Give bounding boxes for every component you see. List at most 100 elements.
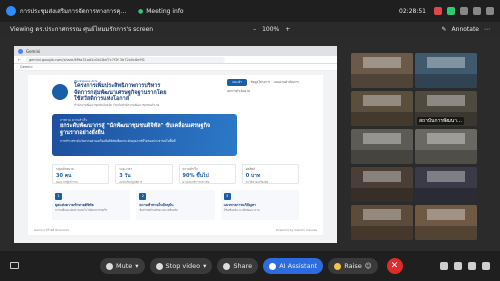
meeting-timer: 02:28:51 <box>399 7 426 15</box>
microphone-icon <box>106 262 113 270</box>
banner-tag: ภาพรวม ความสำเร็จ <box>60 117 88 122</box>
raise-label: Raise <box>344 262 362 270</box>
card-description: การเปลี่ยนแปลงทางเทคโนโลยีอย่างรวดเร็ว <box>55 207 108 212</box>
participants-icon[interactable] <box>440 262 448 270</box>
hero-banner: ภาพรวม ความสำเร็จ ยกระดับพัฒนากรสู่ "นัก… <box>52 113 237 156</box>
mute-label: Mute <box>116 262 133 270</box>
action-3-link[interactable]: แผนงานดำเนินการ <box>274 80 299 85</box>
app-logo-icon <box>6 6 16 16</box>
stat-desc: อบรมเชิงปฏิบัติการ <box>119 179 143 184</box>
reactions-icon[interactable]: ☺ <box>365 262 372 270</box>
card-number: 1 <box>55 192 62 200</box>
mute-button[interactable]: Mute ▾ <box>100 258 145 274</box>
page-header: Workspace Arts โครงการเพิ่มประสิทธิภาพกา… <box>52 79 299 108</box>
more-icon[interactable]: ⋯ <box>484 26 490 33</box>
zoom-in-button[interactable]: + <box>285 26 290 33</box>
stat-card: กลุ่มเป้าหมาย 30 คน พัฒนากรผู้เข้าร่วม <box>52 163 110 184</box>
apps-icon[interactable] <box>468 262 476 270</box>
participant-video[interactable]: สถาบันการพัฒนา... <box>415 91 477 126</box>
controls-right <box>440 262 490 270</box>
header-actions: แนะนำ ข้อมูลโครงการ แผนงานดำเนินการ ผลกา… <box>227 79 299 94</box>
end-meeting-button[interactable]: ✕ <box>386 258 403 274</box>
participant-video[interactable] <box>415 205 477 240</box>
feature-card: 1 ยุคแห่งความท้าทายดิจิทัล การเปลี่ยนแปล… <box>52 189 131 220</box>
participant-video[interactable] <box>351 167 413 202</box>
chevron-down-icon[interactable]: ▾ <box>135 262 138 270</box>
chevron-down-icon[interactable]: ▾ <box>203 262 206 270</box>
chat-icon[interactable] <box>454 262 462 270</box>
share-icon <box>223 262 231 270</box>
screen-share-bar: Viewing ดร.ประกาศกรรณ ศุนย์ไหมมรักการ's … <box>0 22 500 36</box>
maximize-icon[interactable] <box>473 7 481 15</box>
card-number: 2 <box>139 192 147 200</box>
minimize-icon[interactable] <box>460 7 468 15</box>
captions-icon[interactable] <box>10 261 19 269</box>
page-content: Workspace Arts โครงการเพิ่มประสิทธิภาพกา… <box>28 75 323 235</box>
participant-video[interactable] <box>351 129 413 164</box>
browser-address-bar: ← gemini.google.com/share/6f9a31ad2c0b18… <box>14 56 337 64</box>
share-label: Share <box>233 262 253 270</box>
pen-icon: ✎ <box>441 25 447 33</box>
hand-icon <box>334 262 342 270</box>
stat-card: ระยะเวลา 3 วัน อบรมเชิงปฏิบัติการ <box>115 163 173 184</box>
meeting-info-label: Meeting info <box>146 7 184 15</box>
action-4-link[interactable]: ผลการดำเนินงาน <box>227 89 250 94</box>
zoom-level[interactable]: 100% <box>262 26 279 33</box>
stat-desc: ค่าใช้จ่ายเครื่องมือ <box>245 179 269 184</box>
browser-tab-strip: Gemini <box>14 46 337 56</box>
camera-icon <box>155 262 163 270</box>
feature-card: 2 ความท้าทายในปัจจุบัน ข้อจำกัดด้านทักษะ… <box>136 189 215 220</box>
participant-video[interactable] <box>351 91 413 126</box>
card-number: 3 <box>223 192 231 200</box>
participant-video[interactable] <box>415 53 477 88</box>
page-footer: Gemini สร้างด้วย Gemini Powered by Gemin… <box>34 228 317 233</box>
more-options-icon[interactable] <box>482 262 490 270</box>
annotate-label: Annotate <box>451 25 479 33</box>
stop-video-button[interactable]: Stop video ▾ <box>149 258 213 274</box>
stats-row: กลุ่มเป้าหมาย 30 คน พัฒนากรผู้เข้าร่วม ร… <box>52 163 299 184</box>
raise-hand-button[interactable]: Raise ☺ <box>328 258 378 274</box>
recording-icon[interactable] <box>434 7 442 15</box>
meeting-info-button[interactable]: ● Meeting info <box>138 8 184 15</box>
action-2-link[interactable]: ข้อมูลโครงการ <box>251 80 270 85</box>
window-title-bar: การประชุมส่งเสริมการจัดการทางการคุณธรรมว… <box>0 0 500 22</box>
stat-card: ผลลัพธ์ 0 บาท ค่าใช้จ่ายเครื่องมือ <box>241 163 299 184</box>
meeting-title: การประชุมส่งเสริมการจัดการทางการคุณธรรมว… <box>20 8 130 15</box>
browser-tab-icon <box>18 48 23 54</box>
share-button[interactable]: Share <box>217 258 259 274</box>
footer-left: Gemini สร้างด้วย Gemini <box>34 228 70 232</box>
participant-video[interactable] <box>351 205 413 240</box>
stat-value: 0 บาท <box>245 172 261 179</box>
page-title: โครงการเพิ่มประสิทธิภาพการบริหารจัดการกล… <box>74 83 167 102</box>
page-subtitle: สำนักงานพัฒนาชุมชนจังหวัด ร่วมกับสำนักงา… <box>74 102 160 107</box>
primary-action-button[interactable]: แนะนำ <box>227 79 247 86</box>
participant-video[interactable] <box>415 167 477 202</box>
browser-tab[interactable]: Gemini <box>26 49 40 54</box>
participant-video[interactable] <box>415 129 477 164</box>
video-gallery: สถาบันการพัฒนา... <box>351 53 477 240</box>
shared-screen[interactable]: Gemini ← gemini.google.com/share/6f9a31a… <box>14 46 337 243</box>
viewing-label[interactable]: Viewing ดร.ประกาศกรรณ ศุนย์ไหมมรักการ's … <box>10 24 153 34</box>
feature-card: 3 แนวทางการแก้ปัญหา ใช้เครื่องมือ AI เพื… <box>220 189 299 220</box>
close-icon[interactable] <box>486 7 494 15</box>
participant-video[interactable] <box>351 53 413 88</box>
stat-value: 30 คน <box>56 172 72 179</box>
banner-title: ยกระดับพัฒนากรสู่ "นักพัฒนาชุมชนดิจิทัล"… <box>60 122 211 136</box>
meeting-controls: Mute ▾ Stop video ▾ Share AI Assistant Rai… <box>0 251 500 281</box>
stop-video-label: Stop video <box>165 262 201 270</box>
stat-card: ความสำเร็จ 90% ขึ้นไป ผ่านเกณฑ์การประเมิ… <box>178 163 236 184</box>
back-icon[interactable]: ← <box>18 58 21 62</box>
zoom-controls: – 100% + <box>253 26 290 33</box>
shield-icon: ● <box>138 7 144 15</box>
url-field[interactable]: gemini.google.com/share/6f9a31ad2c0b18ef… <box>24 56 225 63</box>
zoom-out-button[interactable]: – <box>253 26 256 33</box>
card-description: ข้อจำกัดด้านทักษะและเครื่องมือ <box>139 207 178 212</box>
card-description: ใช้เครื่องมือ AI เพื่อพัฒนางาน <box>223 207 260 212</box>
layout-icon[interactable] <box>447 7 455 15</box>
site-header: Gemini <box>14 64 337 71</box>
ai-assistant-label: AI Assistant <box>279 262 318 270</box>
annotate-button[interactable]: ✎ Annotate ⋯ <box>442 26 491 33</box>
stat-desc: ผ่านเกณฑ์การประเมิน <box>182 179 210 184</box>
participant-name: สถาบันการพัฒนา... <box>417 117 464 125</box>
ai-assistant-button[interactable]: AI Assistant <box>263 258 324 274</box>
